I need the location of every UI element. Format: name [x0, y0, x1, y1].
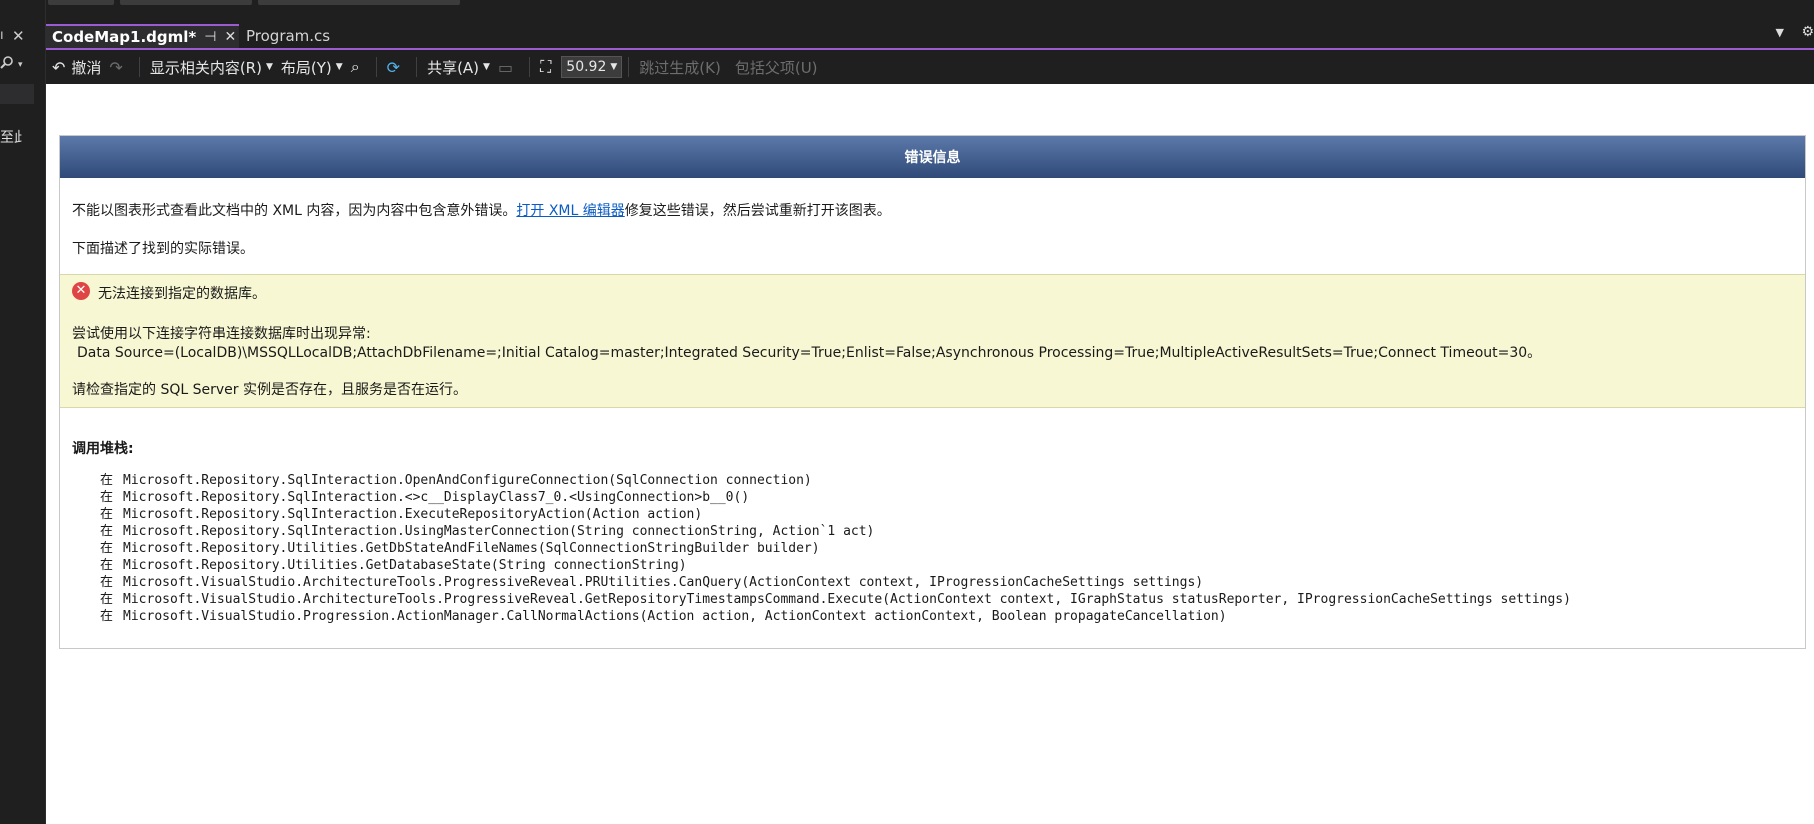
- stack-frame: 在 Microsoft.Repository.SqlInteraction.Usi…: [100, 523, 1571, 540]
- stack-frame-text: Microsoft.Repository.Utilities.GetDbStat…: [123, 541, 820, 556]
- layout-label: 布局(Y): [280, 58, 332, 77]
- stack-frame: 在 Microsoft.VisualStudio.ArchitectureTool…: [100, 574, 1571, 591]
- tab-program-cs[interactable]: Program.cs: [240, 24, 376, 48]
- stack-frame-prefix: 在: [100, 558, 114, 573]
- stack-frame-prefix: 在: [100, 575, 114, 590]
- chevron-down-icon: ▼: [483, 62, 490, 72]
- call-stack: 在 Microsoft.Repository.SqlInteraction.Ope…: [100, 472, 1571, 625]
- stack-frame: 在 Microsoft.Repository.Utilities.GetDbSta…: [100, 540, 1571, 557]
- gear-icon[interactable]: ⚙: [1801, 24, 1814, 40]
- undo-label: 撤消: [71, 58, 102, 77]
- close-icon[interactable]: ✕: [12, 27, 25, 45]
- document-tabs: CodeMap1.dgml* ⊣ ✕ Program.cs ▼ ⚙: [46, 22, 1814, 50]
- toolbar-separator: [416, 57, 418, 77]
- include-parents-label: 包括父项(U): [734, 58, 818, 77]
- toolbar-separator: [375, 57, 377, 77]
- include-parents-button[interactable]: 包括父项(U): [731, 55, 822, 79]
- search-box[interactable]: ▾: [0, 54, 34, 76]
- stack-frame-text: Microsoft.VisualStudio.ArchitectureTools…: [123, 592, 1571, 607]
- zoom-value: 50.92: [566, 59, 607, 75]
- refresh-button[interactable]: ⟳: [383, 55, 410, 79]
- chevron-down-icon: ▼: [265, 62, 273, 72]
- zoom-fit-icon: ⛶: [540, 57, 552, 76]
- show-related-label: 显示相关内容(R): [149, 58, 262, 77]
- stack-frame-prefix: 在: [100, 473, 114, 488]
- document-canvas: 错误信息 不能以图表形式查看此文档中的 XML 内容，因为内容中包含意外错误。打…: [46, 84, 1814, 824]
- call-stack-title: 调用堆栈:: [72, 441, 134, 457]
- stack-frame: 在 Microsoft.Repository.SqlInteraction.<>c…: [100, 489, 1571, 506]
- connection-string: Data Source=(LocalDB)\MSSQLLocalDB;Attac…: [77, 345, 1542, 361]
- comment-button[interactable]: ▭: [494, 55, 523, 79]
- stack-frame-prefix: 在: [100, 524, 114, 539]
- skip-build-button[interactable]: 跳过生成(K): [635, 55, 725, 79]
- stack-frame-text: Microsoft.Repository.SqlInteraction.<>c_…: [123, 490, 750, 505]
- open-xml-editor-link[interactable]: 打开 XML 编辑器: [516, 203, 624, 219]
- close-tab-icon[interactable]: ✕: [224, 29, 236, 45]
- dgml-toolbar: ↶ 撤消 ↷ 显示相关内容(R) ▼ 布局(Y) ▼ ⌕ ⟳ 共享(A) ▼ ▭…: [46, 52, 1814, 82]
- stack-frame-text: Microsoft.Repository.SqlInteraction.Open…: [123, 473, 812, 488]
- error-details-box: ✕ 无法连接到指定的数据库。 尝试使用以下连接字符串连接数据库时出现异常: Da…: [60, 274, 1805, 408]
- error-title: 无法连接到指定的数据库。: [98, 286, 266, 302]
- tab-list-dropdown-icon[interactable]: ▼: [1776, 26, 1784, 39]
- tab-title: Program.cs: [246, 27, 331, 45]
- layout-dropdown[interactable]: 布局(Y) ▼: [277, 55, 347, 79]
- comment-icon: ▭: [497, 57, 514, 77]
- solution-explorer-strip: ı ✕ ▾ 至此: [0, 0, 46, 824]
- error-icon: ✕: [72, 282, 90, 300]
- toolbar-separator: [138, 57, 140, 77]
- error-description: 不能以图表形式查看此文档中的 XML 内容，因为内容中包含意外错误。打开 XML…: [72, 200, 891, 220]
- stack-frame-text: Microsoft.VisualStudio.Progression.Actio…: [123, 609, 1227, 624]
- chevron-down-icon[interactable]: ▾: [18, 60, 23, 70]
- search-icon: [0, 56, 14, 74]
- find-icon: ⌕: [350, 57, 360, 76]
- stack-frame-text: Microsoft.Repository.SqlInteraction.Exec…: [123, 507, 703, 522]
- refresh-icon: ⟳: [386, 57, 401, 77]
- redo-button[interactable]: ↷: [105, 55, 132, 79]
- show-related-dropdown[interactable]: 显示相关内容(R) ▼: [146, 55, 277, 79]
- error-header: 错误信息: [60, 136, 1805, 178]
- undo-icon: ↶: [52, 57, 66, 77]
- toolbar-separator: [628, 57, 630, 77]
- undo-button[interactable]: ↶ 撤消: [48, 55, 105, 79]
- stack-frame-prefix: 在: [100, 541, 114, 556]
- actual-error-intro: 下面描述了找到的实际错误。: [72, 241, 254, 257]
- stack-frame-prefix: 在: [100, 490, 114, 505]
- tree-item-fragment[interactable]: 至此: [0, 127, 22, 147]
- menu-bar-remnant: [46, 0, 1814, 6]
- zoom-combobox[interactable]: 50.92 ▼: [561, 56, 623, 78]
- zoom-to-fit-button[interactable]: ⛶: [536, 55, 561, 79]
- error-description-text: 不能以图表形式查看此文档中的 XML 内容，因为内容中包含意外错误。: [72, 203, 517, 219]
- exception-intro: 尝试使用以下连接字符串连接数据库时出现异常:: [72, 326, 371, 342]
- share-label: 共享(A): [427, 58, 480, 77]
- stack-frame: 在 Microsoft.VisualStudio.ArchitectureTool…: [100, 591, 1571, 608]
- stack-frame-prefix: 在: [100, 507, 114, 522]
- stack-frame: 在 Microsoft.Repository.Utilities.GetDatab…: [100, 557, 1571, 574]
- find-button[interactable]: ⌕: [347, 55, 370, 79]
- tab-title: CodeMap1.dgml*: [52, 28, 197, 46]
- error-panel: 错误信息 不能以图表形式查看此文档中的 XML 内容，因为内容中包含意外错误。打…: [59, 135, 1806, 649]
- stack-frame: 在 Microsoft.Repository.SqlInteraction.Ope…: [100, 472, 1571, 489]
- redo-icon: ↷: [109, 57, 123, 77]
- pin-icon[interactable]: ı: [0, 28, 4, 43]
- stack-frame-text: Microsoft.VisualStudio.ArchitectureTools…: [123, 575, 1204, 590]
- stack-frame-prefix: 在: [100, 609, 114, 624]
- stack-frame: 在 Microsoft.Repository.SqlInteraction.Exe…: [100, 506, 1571, 523]
- tree-row-highlight: [0, 84, 34, 104]
- pin-tab-icon[interactable]: ⊣: [204, 29, 216, 45]
- chevron-down-icon: ▼: [610, 62, 618, 72]
- stack-frame-text: Microsoft.Repository.SqlInteraction.Usin…: [123, 524, 875, 539]
- share-dropdown[interactable]: 共享(A) ▼: [423, 55, 494, 79]
- stack-frame-prefix: 在: [100, 592, 114, 607]
- stack-frame: 在 Microsoft.VisualStudio.Progression.Acti…: [100, 608, 1571, 625]
- tab-codemap1[interactable]: CodeMap1.dgml* ⊣ ✕: [46, 24, 239, 48]
- toolbar-separator: [529, 57, 531, 77]
- error-description-text-tail: 修复这些错误，然后尝试重新打开该图表。: [624, 203, 891, 219]
- chevron-down-icon: ▼: [335, 62, 343, 72]
- skip-build-label: 跳过生成(K): [639, 58, 721, 77]
- stack-frame-text: Microsoft.Repository.Utilities.GetDataba…: [123, 558, 687, 573]
- check-instance-message: 请检查指定的 SQL Server 实例是否存在，且服务是否在运行。: [72, 382, 467, 398]
